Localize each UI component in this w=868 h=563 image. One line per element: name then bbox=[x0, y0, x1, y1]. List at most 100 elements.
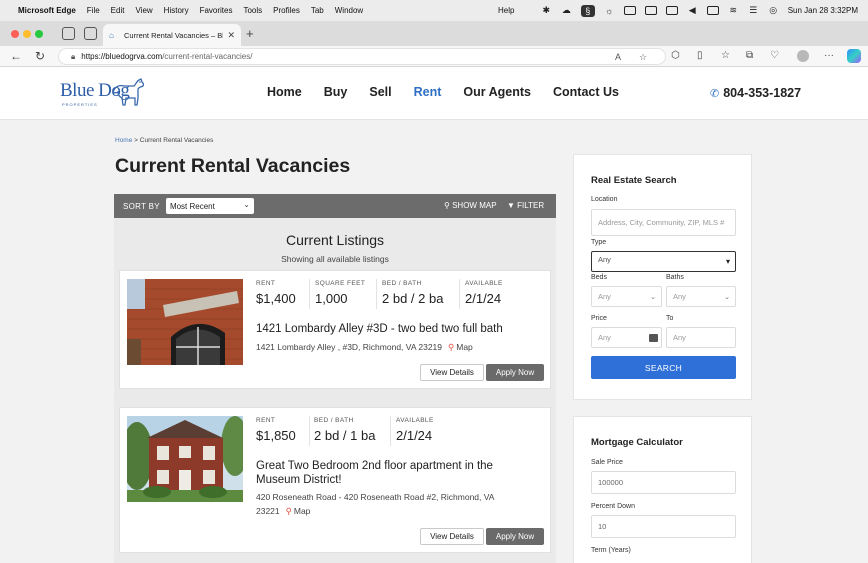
browser-tab-active[interactable]: ⌂ Current Rental Vacancies – Blu ✕ bbox=[103, 24, 241, 46]
nav-our-agents[interactable]: Our Agents bbox=[463, 85, 531, 99]
sort-select[interactable]: Most Recent ⌄ bbox=[165, 198, 254, 214]
workspaces-icon[interactable] bbox=[62, 27, 75, 40]
site-logo[interactable]: Blue Dog PROPERTIES bbox=[60, 76, 145, 110]
siri-icon[interactable]: ◎ bbox=[768, 5, 779, 15]
nav-contact-us[interactable]: Contact Us bbox=[553, 85, 619, 99]
apply-now-button[interactable]: Apply Now bbox=[486, 364, 544, 381]
copilot-icon[interactable] bbox=[847, 49, 861, 63]
menu-history[interactable]: History bbox=[164, 6, 189, 15]
stat-rent: RENT $1,400 bbox=[256, 280, 296, 306]
map-pin-icon: ⚲ bbox=[444, 201, 450, 210]
price-from-input[interactable]: Any bbox=[591, 327, 662, 348]
collections-icon[interactable]: ⧉ bbox=[746, 50, 753, 61]
profile-avatar[interactable] bbox=[797, 50, 809, 62]
funnel-icon: ▼ bbox=[507, 201, 515, 210]
listing-address-line2: 23221 ⚲ Map bbox=[256, 504, 494, 518]
baths-select-value: Any bbox=[673, 292, 686, 301]
close-window-button[interactable] bbox=[11, 30, 19, 38]
stat-available-label: AVAILABLE bbox=[396, 417, 434, 424]
lock-icon[interactable]: 🔒︎ bbox=[71, 52, 75, 62]
window-icon[interactable] bbox=[623, 6, 636, 15]
listing-photo[interactable] bbox=[127, 416, 243, 502]
chevron-down-icon: ▾ bbox=[725, 257, 730, 266]
back-arrow-icon[interactable]: ← bbox=[10, 49, 22, 63]
listing-title[interactable]: 1421 Lombardy Alley #3D - two bed two fu… bbox=[256, 322, 503, 336]
nav-home[interactable]: Home bbox=[267, 85, 302, 99]
control-center-icon[interactable]: ☰ bbox=[748, 5, 759, 15]
type-label: Type bbox=[591, 239, 607, 246]
display-icon[interactable] bbox=[665, 6, 678, 15]
volume-icon[interactable]: ◀︎ bbox=[687, 5, 698, 15]
minimize-window-button[interactable] bbox=[23, 30, 31, 38]
listing-address-zip: 23221 bbox=[256, 506, 280, 516]
menu-profiles[interactable]: Profiles bbox=[273, 6, 300, 15]
menu-window[interactable]: Window bbox=[335, 6, 363, 15]
menu-file[interactable]: File bbox=[87, 6, 100, 15]
map-pin-icon[interactable]: ⚲ bbox=[286, 506, 292, 516]
listing-title[interactable]: Great Two Bedroom 2nd floor apartment in… bbox=[256, 459, 493, 487]
stat-rent-value: $1,850 bbox=[256, 428, 296, 443]
shortcut-icon[interactable]: § bbox=[580, 4, 595, 17]
battery-icon[interactable] bbox=[706, 6, 719, 15]
reload-icon[interactable]: ↻ bbox=[35, 49, 45, 63]
search-button[interactable]: SEARCH bbox=[591, 356, 736, 379]
listing-map-link[interactable]: Map bbox=[294, 506, 311, 516]
screen-mirroring-icon[interactable] bbox=[644, 6, 657, 15]
close-tab-icon[interactable]: ✕ bbox=[227, 30, 235, 41]
listings-subheading: Showing all available listings bbox=[281, 254, 389, 264]
stat-divider bbox=[390, 416, 391, 446]
apply-now-button[interactable]: Apply Now bbox=[486, 528, 544, 545]
favorites-icon[interactable]: ☆ bbox=[721, 50, 730, 61]
menu-favorites[interactable]: Favorites bbox=[200, 6, 233, 15]
show-map-button[interactable]: ⚲ SHOW MAP bbox=[444, 201, 497, 210]
brightness-icon[interactable]: ☼ bbox=[604, 6, 615, 16]
listing-photo[interactable] bbox=[127, 279, 243, 365]
filter-label: FILTER bbox=[517, 201, 545, 210]
more-options-icon[interactable]: ··· bbox=[824, 50, 834, 61]
price-to-input[interactable]: Any bbox=[666, 327, 736, 348]
filter-button[interactable]: ▼ FILTER bbox=[507, 201, 544, 210]
address-bar[interactable]: 🔒︎ https://bluedogrva.com/current-rental… bbox=[58, 48, 666, 65]
extension-icon[interactable]: ✱ bbox=[541, 5, 552, 15]
sale-price-label: Sale Price bbox=[591, 459, 623, 466]
type-select[interactable]: Any ▾ bbox=[591, 251, 736, 272]
new-tab-button[interactable]: + bbox=[246, 26, 254, 41]
wifi-icon[interactable]: ≋ bbox=[728, 5, 739, 15]
stat-available: AVAILABLE 2/1/24 bbox=[465, 280, 503, 306]
extensions-icon[interactable]: ⬡ bbox=[671, 50, 680, 61]
baths-select[interactable]: Any ⌄ bbox=[666, 286, 736, 307]
beds-select[interactable]: Any ⌄ bbox=[591, 286, 662, 307]
map-pin-icon[interactable]: ⚲ bbox=[448, 342, 454, 352]
split-screen-icon[interactable]: ▯ bbox=[697, 50, 703, 61]
menu-tab[interactable]: Tab bbox=[311, 6, 324, 15]
calculator-icon[interactable] bbox=[649, 334, 658, 342]
price-to-label: To bbox=[666, 315, 674, 322]
view-details-button[interactable]: View Details bbox=[420, 528, 484, 545]
zoom-window-button[interactable] bbox=[35, 30, 43, 38]
tab-actions-icon[interactable] bbox=[84, 27, 97, 40]
menu-app-name[interactable]: Microsoft Edge bbox=[18, 6, 76, 15]
nav-rent[interactable]: Rent bbox=[414, 85, 442, 99]
favorite-star-icon[interactable]: ☆ bbox=[639, 52, 647, 63]
percent-down-input[interactable]: 10 bbox=[591, 515, 736, 538]
stat-rent-label: RENT bbox=[256, 280, 276, 287]
menu-edit[interactable]: Edit bbox=[111, 6, 125, 15]
breadcrumb-home[interactable]: Home bbox=[115, 137, 132, 144]
browser-essentials-icon[interactable]: ♡ bbox=[770, 50, 779, 61]
location-input[interactable]: Address, City, Community, ZIP, MLS # bbox=[591, 209, 736, 236]
nav-sell[interactable]: Sell bbox=[369, 85, 391, 99]
cloud-icon[interactable]: ☁ bbox=[561, 5, 572, 15]
browser-toolbar: ← ↻ 🔒︎ https://bluedogrva.com/current-re… bbox=[0, 46, 868, 67]
nav-buy[interactable]: Buy bbox=[324, 85, 348, 99]
view-details-button[interactable]: View Details bbox=[420, 364, 484, 381]
price-to-placeholder: Any bbox=[673, 333, 686, 342]
listing-map-link[interactable]: Map bbox=[456, 342, 473, 352]
menubar-datetime[interactable]: Sun Jan 28 3:32PM bbox=[788, 6, 858, 15]
listings-panel: SORT BY Most Recent ⌄ ⚲ SHOW MAP ▼ FILTE… bbox=[114, 194, 556, 563]
sale-price-input[interactable]: 100000 bbox=[591, 471, 736, 494]
menu-help[interactable]: Help bbox=[498, 6, 514, 15]
menu-tools[interactable]: Tools bbox=[243, 6, 262, 15]
read-aloud-icon[interactable]: A bbox=[615, 52, 621, 62]
menu-view[interactable]: View bbox=[135, 6, 152, 15]
phone-link[interactable]: ✆ 804-353-1827 bbox=[710, 86, 801, 100]
